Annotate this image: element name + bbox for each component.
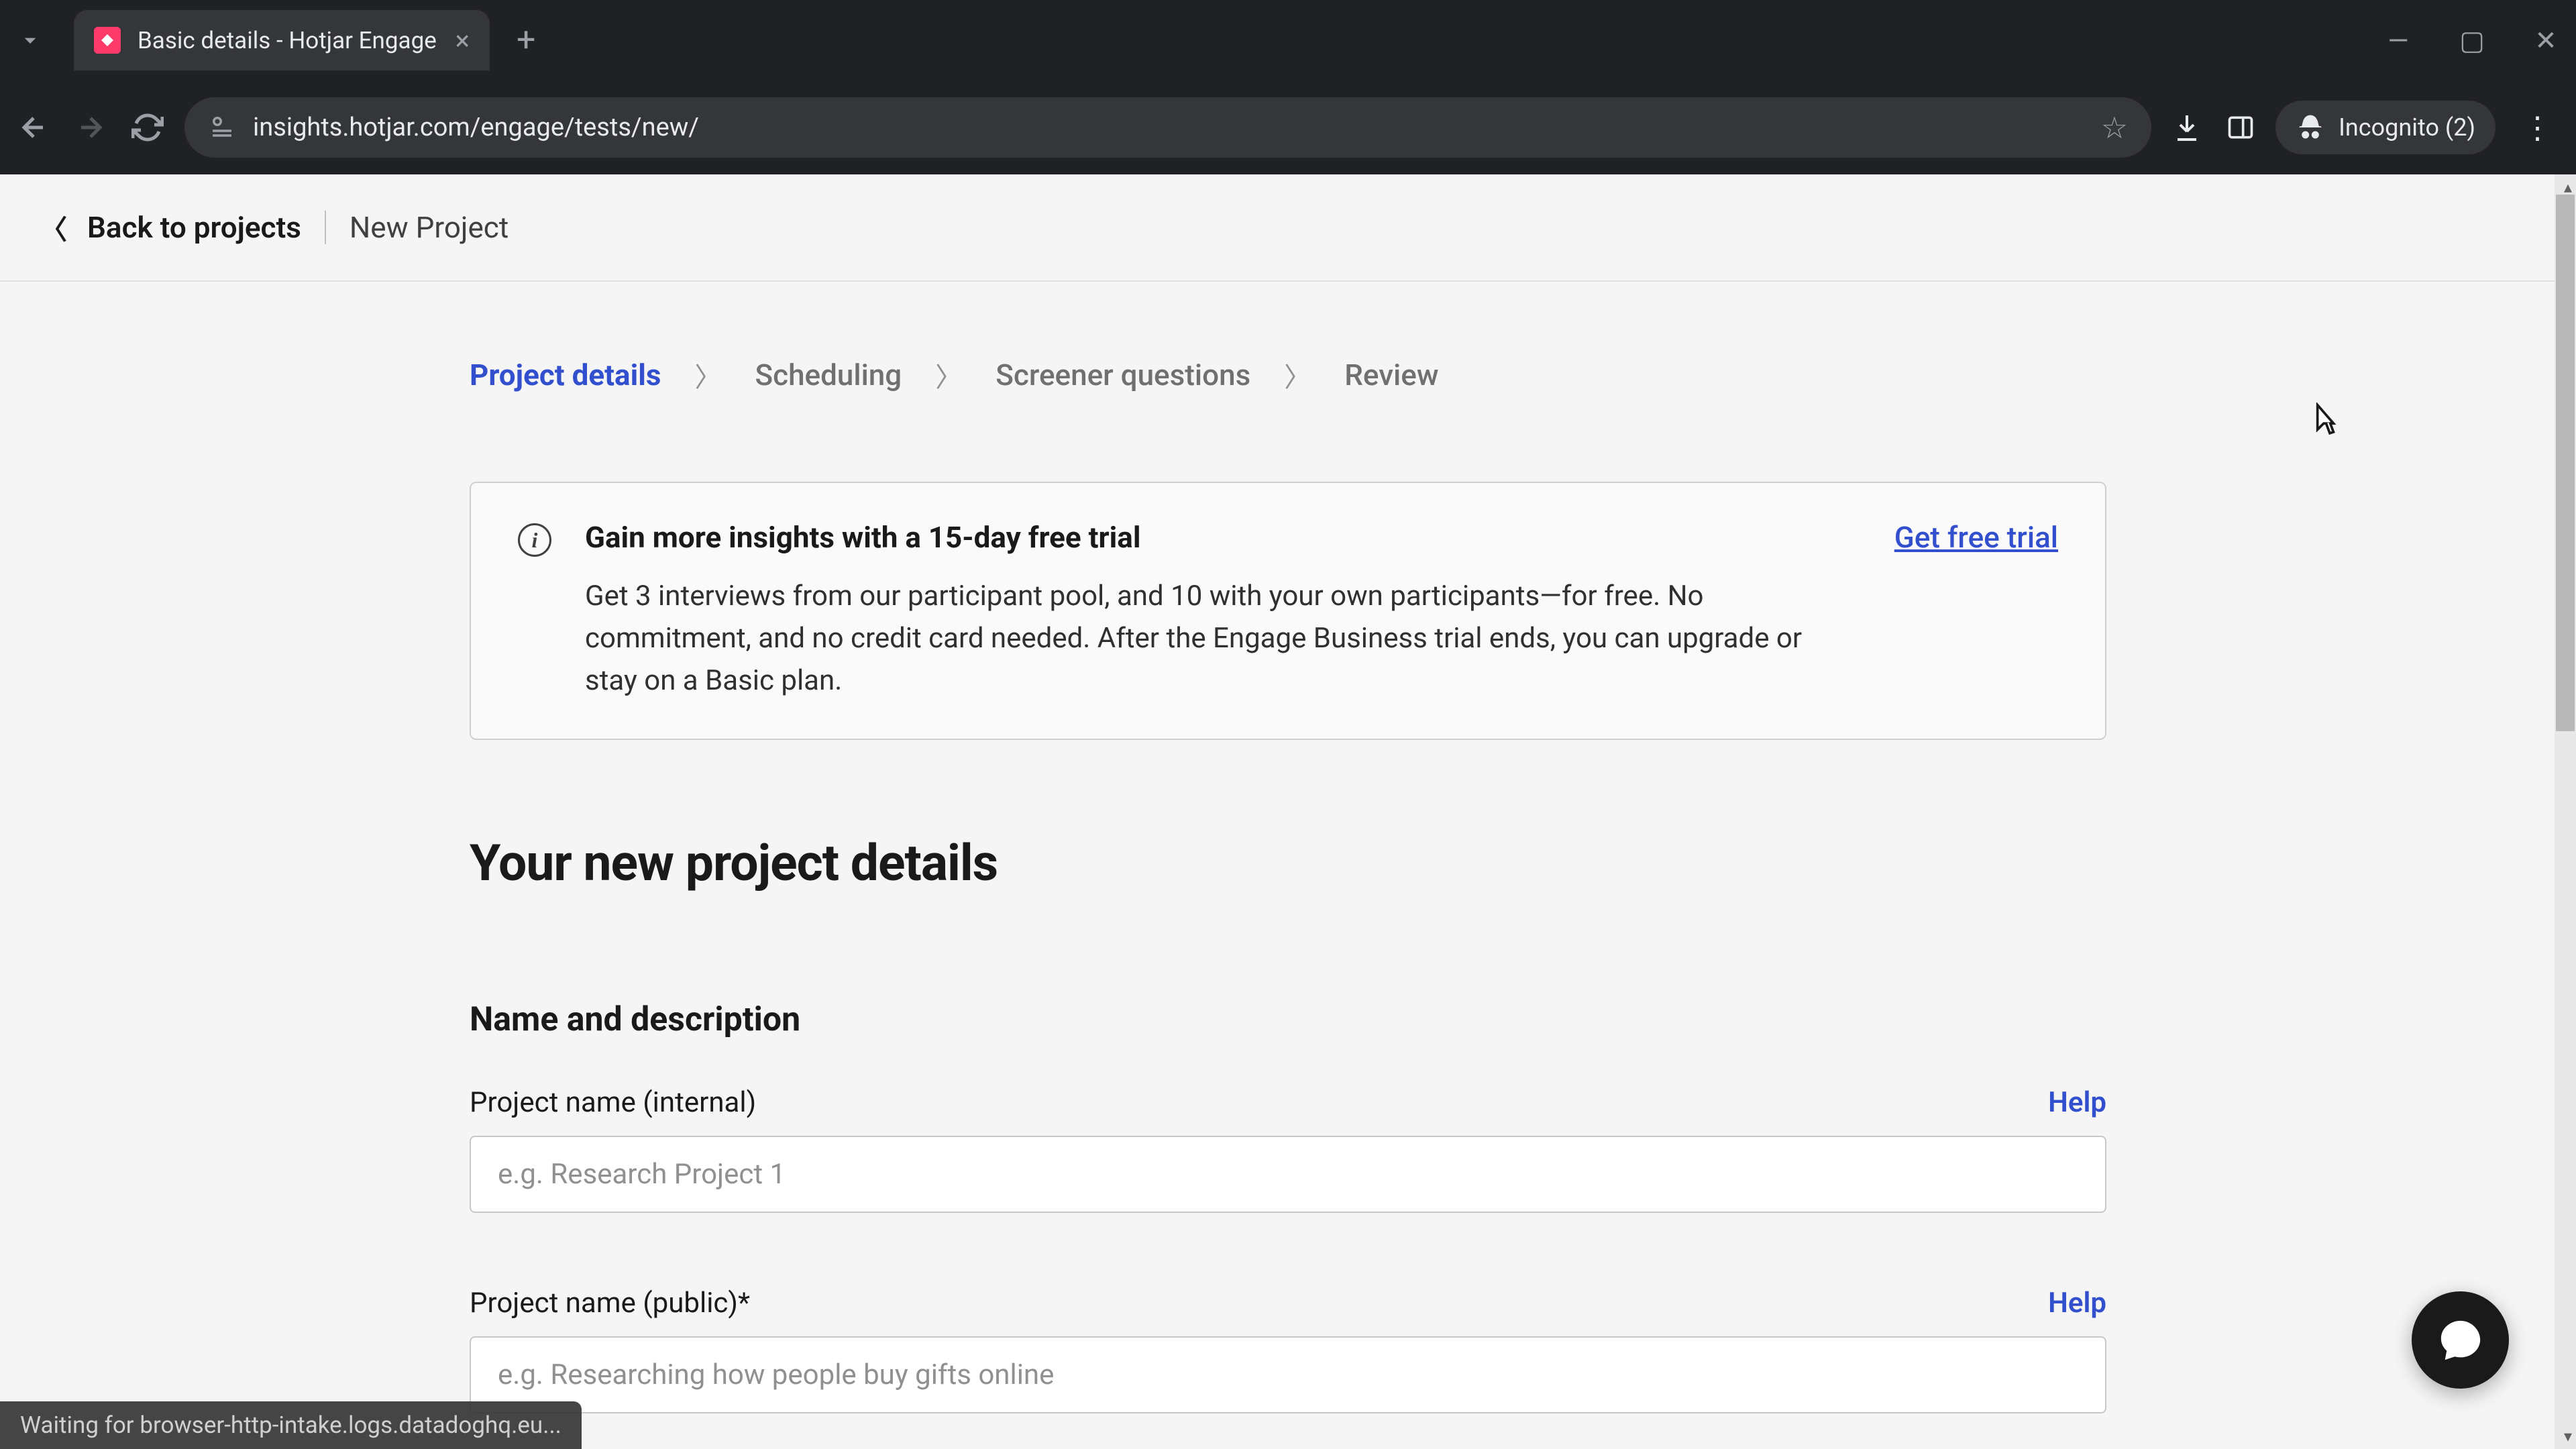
window-controls: — ▢ ✕ — [2381, 25, 2563, 56]
wizard-steps: Project details 〉 Scheduling 〉 Screener … — [470, 356, 2106, 394]
browser-tab-bar: Basic details - Hotjar Engage × + — ▢ ✕ — [0, 0, 2576, 80]
banner-text: Get 3 interviews from our participant po… — [585, 575, 1834, 702]
chevron-right-icon: 〉 — [1284, 356, 1311, 394]
back-label: Back to projects — [87, 210, 301, 245]
field-project-name-internal: Project name (internal) Help — [470, 1086, 2106, 1213]
field-label: Project name (public)* — [470, 1287, 750, 1320]
browser-menu-icon[interactable]: ⋮ — [2512, 110, 2563, 146]
step-review[interactable]: Review — [1344, 358, 1438, 392]
help-link[interactable]: Help — [2048, 1287, 2106, 1320]
field-project-name-public: Project name (public)* Help — [470, 1287, 2106, 1413]
project-name-internal-input[interactable] — [470, 1136, 2106, 1213]
close-tab-icon[interactable]: × — [455, 25, 470, 56]
help-link[interactable]: Help — [2048, 1086, 2106, 1119]
back-button[interactable] — [13, 107, 54, 148]
tab-title: Basic details - Hotjar Engage — [138, 27, 442, 54]
project-name-public-input[interactable] — [470, 1336, 2106, 1413]
maximize-button[interactable]: ▢ — [2455, 25, 2489, 56]
section-heading: Your new project details — [470, 834, 2106, 893]
site-info-icon[interactable] — [208, 112, 236, 143]
step-scheduling[interactable]: Scheduling — [755, 358, 902, 392]
browser-status-bar: Waiting for browser-http-intake.logs.dat… — [0, 1401, 582, 1449]
divider — [325, 211, 326, 244]
back-to-projects-link[interactable]: 〈 Back to projects — [40, 208, 301, 247]
page-content: ▴ ▾ 〈 Back to projects New Project Proje… — [0, 174, 2576, 1449]
close-window-button[interactable]: ✕ — [2529, 25, 2563, 56]
browser-tab[interactable]: Basic details - Hotjar Engage × — [74, 10, 490, 70]
address-bar[interactable]: insights.hotjar.com/engage/tests/new/ ☆ — [184, 97, 2151, 158]
banner-title: Gain more insights with a 15-day free tr… — [585, 520, 1834, 555]
new-tab-button[interactable]: + — [517, 21, 535, 60]
bookmark-star-icon[interactable]: ☆ — [2101, 110, 2128, 146]
free-trial-banner: i Gain more insights with a 15-day free … — [470, 482, 2106, 740]
minimize-button[interactable]: — — [2381, 25, 2415, 56]
field-label: Project name (internal) — [470, 1086, 756, 1119]
step-screener-questions[interactable]: Screener questions — [996, 358, 1250, 392]
browser-toolbar: insights.hotjar.com/engage/tests/new/ ☆ … — [0, 80, 2576, 174]
chat-support-button[interactable] — [2412, 1291, 2509, 1389]
chevron-left-icon: 〈 — [40, 208, 67, 247]
chevron-right-icon: 〉 — [935, 356, 962, 394]
side-panel-icon[interactable] — [2222, 109, 2259, 146]
chevron-right-icon: 〉 — [694, 356, 721, 394]
scrollbar-thumb[interactable] — [2556, 195, 2575, 731]
incognito-badge[interactable]: Incognito (2) — [2275, 101, 2496, 154]
info-icon: i — [518, 523, 551, 557]
downloads-icon[interactable] — [2168, 109, 2205, 146]
get-free-trial-link[interactable]: Get free trial — [1894, 520, 2058, 702]
scroll-up-icon[interactable]: ▴ — [2564, 178, 2572, 197]
project-name-label: New Project — [350, 210, 508, 245]
content-area: Project details 〉 Scheduling 〉 Screener … — [0, 282, 2576, 1449]
scrollbar[interactable]: ▴ ▾ — [2555, 174, 2576, 1449]
subsection-heading: Name and description — [470, 1000, 2106, 1039]
tab-search-dropdown[interactable] — [13, 23, 47, 57]
page-header: 〈 Back to projects New Project — [0, 174, 2576, 282]
incognito-label: Incognito (2) — [2339, 113, 2475, 142]
step-project-details[interactable]: Project details — [470, 358, 661, 392]
url-text: insights.hotjar.com/engage/tests/new/ — [253, 113, 2084, 142]
forward-button[interactable] — [70, 107, 111, 148]
hotjar-favicon-icon — [94, 27, 121, 54]
scroll-down-icon[interactable]: ▾ — [2564, 1427, 2572, 1446]
reload-button[interactable] — [127, 107, 168, 148]
